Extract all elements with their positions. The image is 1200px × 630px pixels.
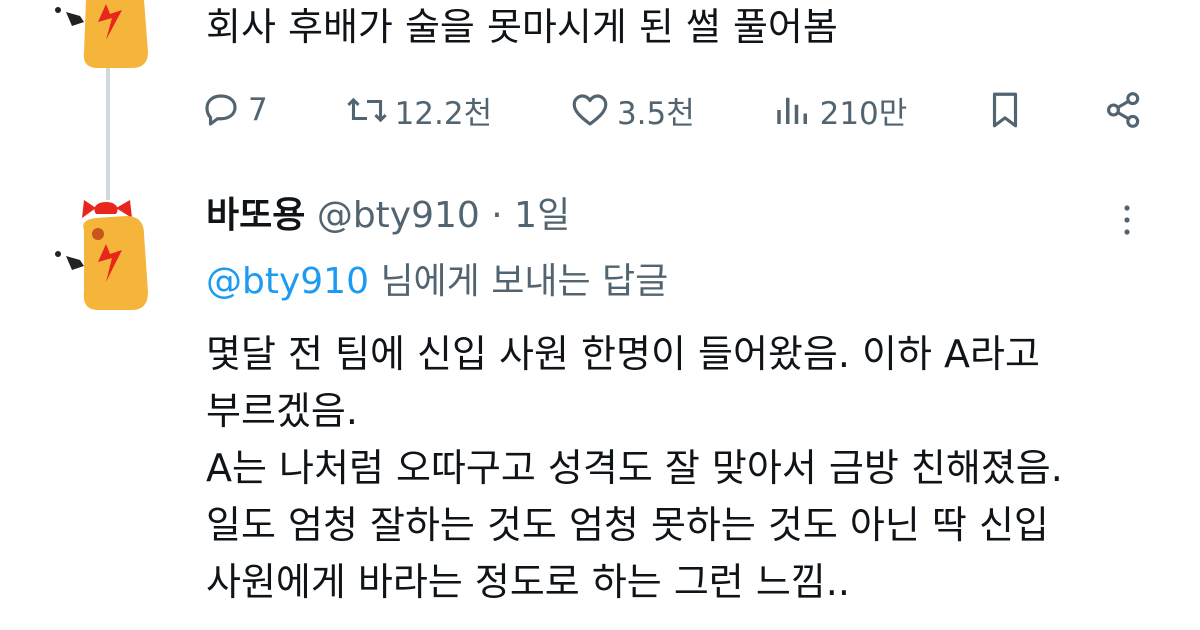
author-name[interactable]: 바또용	[206, 195, 305, 236]
reply-text-line: 일도 엄청 잘하는 것도 엄청 못하는 것도 아닌 딱 신입	[206, 503, 1049, 547]
speech-bubble-icon	[205, 94, 237, 126]
reply-count: 7	[248, 92, 268, 128]
retweet-count: 12.2천	[394, 95, 493, 132]
heart-icon	[572, 94, 608, 126]
reply-button[interactable]: 7	[200, 89, 268, 131]
tweet-text: 회사 후배가 술을 못마시게 된 썰 풀어봄	[206, 5, 838, 49]
like-button[interactable]: 3.5천	[569, 88, 695, 133]
reply-text-line: 사원에게 바라는 정도로 하는 그런 느낌..	[206, 560, 850, 604]
like-count: 3.5천	[616, 95, 695, 132]
replying-to-suffix: 님에게 보내는 답글	[380, 261, 669, 302]
share-icon	[1106, 92, 1140, 128]
chick-avatar-icon	[55, 0, 148, 68]
bar-chart-icon	[776, 97, 807, 124]
reply-author-avatar[interactable]	[46, 196, 166, 316]
reply-text-line: 부르겠음.	[206, 389, 358, 433]
chick-avatar-icon	[55, 200, 148, 310]
views-button[interactable]: 210만	[772, 88, 908, 133]
retweet-button[interactable]: 12.2천	[345, 88, 493, 133]
bookmark-icon	[993, 92, 1018, 128]
bookmark-button[interactable]	[984, 89, 1026, 131]
avatar[interactable]	[46, 0, 166, 80]
reply-text: 몇달 전 팀에 신입 사원 한명이 들어왔음. 이하 A라고 부르겠음. A는 …	[206, 326, 1166, 611]
reply-header: 바또용 @bty910 · 1일	[206, 192, 570, 240]
replying-to: @bty910 님에게 보내는 답글	[206, 258, 668, 306]
tweet-actions-bar: 7 12.2천 3.5천 210만	[200, 82, 1145, 138]
replying-to-mention[interactable]: @bty910	[206, 261, 369, 302]
reply-text-line: 몇달 전 팀에 신입 사원 한명이 들어왔음. 이하 A라고	[206, 332, 1040, 376]
reply-text-line: A는 나처럼 오따구고 성격도 잘 맞아서 금방 친해졌음.	[206, 446, 1063, 490]
more-options-icon[interactable]	[1116, 200, 1138, 240]
author-handle[interactable]: @bty910	[317, 195, 480, 236]
separator-dot: ·	[491, 195, 503, 236]
view-count: 210만	[819, 95, 908, 132]
share-button[interactable]	[1103, 89, 1145, 131]
post-time[interactable]: 1일	[514, 195, 570, 236]
retweet-icon	[346, 97, 387, 123]
